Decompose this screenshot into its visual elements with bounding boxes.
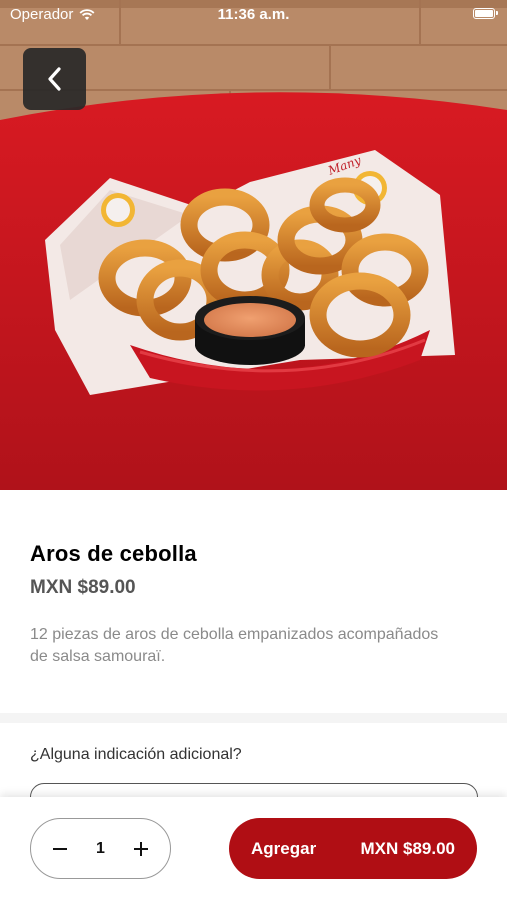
- add-button-label: Agregar: [251, 838, 317, 858]
- plus-icon: [134, 841, 148, 856]
- back-chevron-icon: [47, 67, 61, 91]
- product-title: Aros de cebolla: [30, 541, 197, 566]
- battery-icon: [473, 8, 498, 19]
- quantity-value: 1: [96, 839, 105, 857]
- notes-label: ¿Alguna indicación adicional?: [30, 746, 242, 763]
- status-bar: Operador 11:36 a.m.: [0, 0, 507, 28]
- section-divider: [0, 713, 507, 723]
- minus-icon: [53, 847, 67, 850]
- back-button[interactable]: [23, 48, 86, 110]
- add-button-price: MXN $89.00: [360, 838, 456, 858]
- product-price: MXN $89.00: [30, 577, 136, 598]
- status-time: 11:36 a.m.: [217, 6, 290, 23]
- product-description: 12 piezas de aros de cebolla empanizados…: [30, 626, 439, 665]
- decrease-button[interactable]: [49, 838, 71, 860]
- add-to-cart-button[interactable]: Agregar MXN $89.00: [229, 818, 477, 879]
- bottom-action-bar: 1 Agregar MXN $89.00: [0, 797, 507, 900]
- increase-button[interactable]: [130, 838, 152, 860]
- quantity-stepper: 1: [30, 818, 171, 879]
